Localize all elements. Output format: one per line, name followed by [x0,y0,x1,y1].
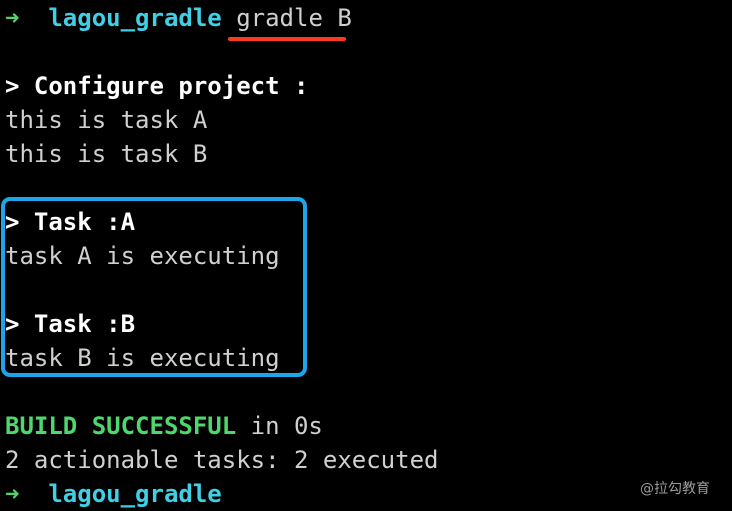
tasks-summary: 2 actionable tasks: 2 executed [5,446,439,474]
prompt-directory: lagou_gradle [48,4,222,32]
task-a-output: task A is executing [5,242,280,270]
build-time: in 0s [236,412,323,440]
prompt-arrow-icon: ➜ [5,4,20,32]
final-prompt-line: ➜ lagou_gradle [5,477,222,511]
watermark-text: @拉勾教育 [640,481,710,497]
command-text: gradle B [236,4,352,32]
task-b-output: task B is executing [5,344,280,372]
task-b-header: > Task :B [5,310,136,338]
prompt-directory: lagou_gradle [48,480,222,508]
configure-header: > Configure project : [5,72,309,100]
build-status: BUILD SUCCESSFUL [5,412,237,440]
config-output-line: this is task B [5,140,208,168]
command-prompt-line: ➜ lagou_gradle gradle B [5,1,352,35]
command-underline [228,37,346,41]
config-output-line: this is task A [5,106,208,134]
build-status-line: BUILD SUCCESSFUL in 0s [5,409,323,443]
task-a-header: > Task :A [5,208,136,236]
prompt-arrow-icon: ➜ [5,480,20,508]
